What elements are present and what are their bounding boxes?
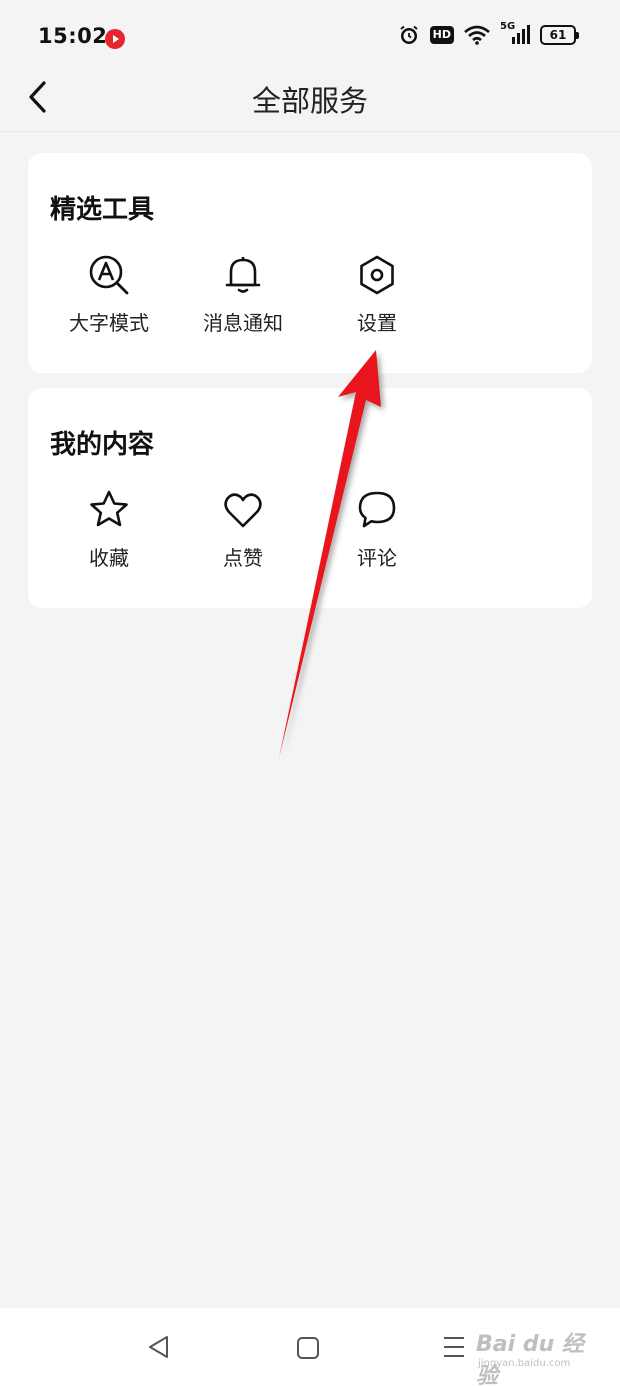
watermark-logo: Bai du 经验 — [476, 1332, 584, 1386]
tool-label: 点赞 — [223, 546, 263, 570]
star-icon — [90, 490, 128, 527]
large-font-mode-button[interactable]: 大字模式 — [49, 249, 169, 349]
hd-badge: HD — [429, 26, 454, 44]
nav-back-triangle-icon[interactable] — [146, 1334, 172, 1360]
tool-label: 消息通知 — [203, 311, 283, 335]
notifications-button[interactable]: 消息通知 — [183, 249, 303, 349]
battery-level: 61 — [549, 28, 567, 42]
app-notification-icon — [105, 29, 125, 49]
wifi-icon — [464, 25, 490, 45]
tool-label: 大字模式 — [69, 311, 149, 335]
status-icons: HD 5G 61 — [398, 21, 579, 46]
page-title: 全部服务 — [251, 84, 368, 118]
likes-button[interactable]: 点赞 — [183, 484, 303, 584]
status-time: 15:02 — [38, 24, 108, 48]
comments-button[interactable]: 评论 — [317, 484, 437, 584]
alarm-icon — [400, 25, 418, 44]
status-bar: 15:02 HD 5G 61 — [0, 0, 620, 76]
my-content-card: 我的内容 收藏 点赞 评论 — [28, 388, 592, 608]
bell-icon — [225, 257, 261, 293]
nav-home-square-icon[interactable] — [296, 1336, 320, 1360]
nav-menu-lines-icon[interactable] — [442, 1334, 466, 1360]
section-title: 我的内容 — [50, 430, 155, 460]
favorites-button[interactable]: 收藏 — [49, 484, 169, 584]
speech-bubble-icon — [358, 491, 396, 528]
tool-label: 收藏 — [89, 546, 129, 570]
hexagon-settings-icon — [360, 255, 394, 295]
top-app-bar: 全部服务 — [0, 76, 620, 132]
heart-icon — [224, 493, 262, 528]
section-title: 精选工具 — [50, 195, 155, 225]
tool-label: 设置 — [357, 311, 397, 335]
large-font-search-icon — [89, 255, 129, 295]
featured-tools-card: 精选工具 大字模式 消息通知 设置 — [28, 153, 592, 373]
settings-button[interactable]: 设置 — [317, 249, 437, 349]
tool-label: 评论 — [357, 546, 397, 570]
watermark-url: jingyan.baidu.com — [478, 1358, 571, 1369]
system-nav-bar: Bai du 经验 jingyan.baidu.com — [0, 1308, 620, 1386]
baidu-jingyan-watermark: Bai du 经验 jingyan.baidu.com — [472, 1326, 602, 1386]
battery-icon: 61 — [540, 25, 579, 45]
signal-icon: 5G — [500, 21, 530, 46]
